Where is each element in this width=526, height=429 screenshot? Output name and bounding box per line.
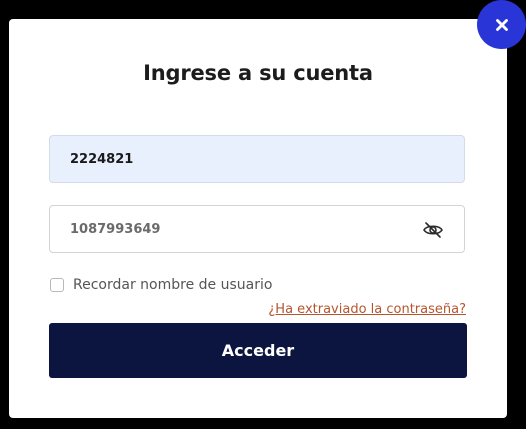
username-input[interactable] [50,136,430,182]
remember-checkbox[interactable] [50,278,64,292]
eye-slash-icon[interactable] [422,220,444,240]
page-backdrop: Ingrese a su cuenta Recordar nombre de u… [0,0,526,429]
remember-row: Recordar nombre de usuario [50,277,272,293]
modal-title: Ingrese a su cuenta [143,61,373,85]
close-icon [495,18,508,31]
remember-label: Recordar nombre de usuario [73,277,273,293]
username-field [49,135,465,183]
password-field [49,205,465,253]
close-button[interactable] [477,0,526,49]
password-input[interactable] [50,206,430,252]
forgot-password-link[interactable]: ¿Ha extraviado la contraseña? [268,302,466,317]
submit-button[interactable]: Acceder [49,323,467,378]
login-modal: Ingrese a su cuenta Recordar nombre de u… [9,19,507,418]
